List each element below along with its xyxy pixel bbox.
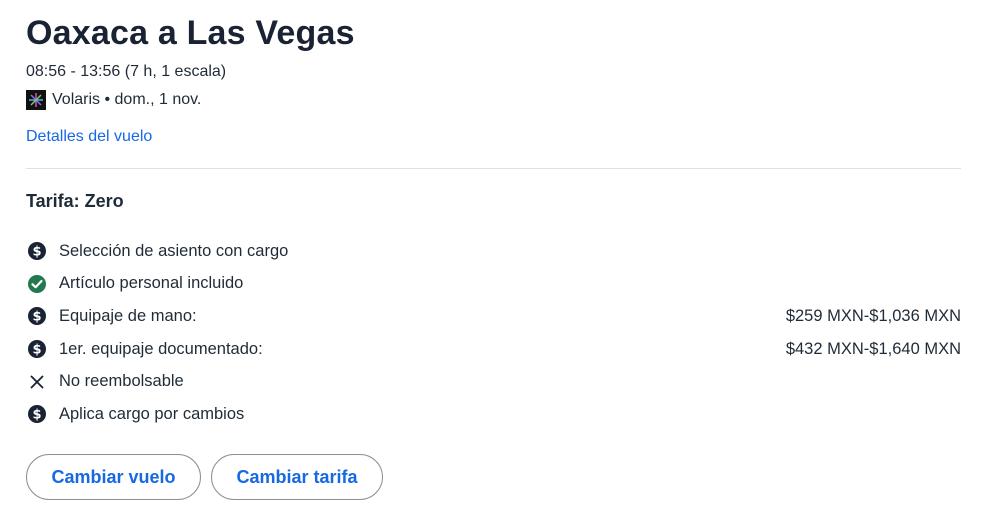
feature-personal-item: Artículo personal incluido <box>26 268 961 301</box>
route-title: Oaxaca a Las Vegas <box>26 14 355 52</box>
flight-summary-panel: Oaxaca a Las Vegas 08:56 - 13:56 (7 h, 1… <box>0 0 987 512</box>
feature-label: 1er. equipaje documentado: <box>59 339 263 358</box>
carrier-row: Volaris • dom., 1 nov. <box>26 90 201 110</box>
feature-price: $432 MXN-$1,640 MXN <box>785 339 961 358</box>
feature-label: Equipaje de mano: <box>59 306 197 325</box>
dollar-circle-icon: $ <box>26 403 48 425</box>
change-fare-button[interactable]: Cambiar tarifa <box>211 454 383 500</box>
dollar-circle-icon: $ <box>26 305 48 327</box>
divider <box>26 168 961 169</box>
feature-seat-selection: $ Selección de asiento con cargo <box>26 235 961 268</box>
feature-label: No reembolsable <box>59 372 184 391</box>
volaris-logo-icon <box>26 90 46 110</box>
check-circle-icon <box>26 273 48 295</box>
fare-title: Tarifa: Zero <box>26 191 124 211</box>
svg-text:$: $ <box>32 245 41 260</box>
feature-non-refundable: No reembolsable <box>26 365 961 398</box>
dollar-circle-icon: $ <box>26 240 48 262</box>
feature-label: Artículo personal incluido <box>59 274 244 293</box>
change-flight-button[interactable]: Cambiar vuelo <box>26 454 201 500</box>
feature-checked-bag: $ 1er. equipaje documentado: $432 MXN-$1… <box>26 333 961 366</box>
feature-carry-on: $ Equipaje de mano: $259 MXN-$1,036 MXN <box>26 300 961 333</box>
feature-price: $259 MXN-$1,036 MXN <box>785 306 961 325</box>
svg-text:$: $ <box>32 310 41 325</box>
feature-change-fee: $ Aplica cargo por cambios <box>26 398 961 431</box>
fare-features-list: $ Selección de asiento con cargo Artícul… <box>26 235 961 431</box>
close-icon <box>26 371 48 393</box>
feature-label: Aplica cargo por cambios <box>59 404 245 423</box>
dollar-circle-icon: $ <box>26 338 48 360</box>
carrier-date: Volaris • dom., 1 nov. <box>52 91 202 108</box>
svg-text:$: $ <box>32 408 41 423</box>
flight-details-link[interactable]: Detalles del vuelo <box>26 128 152 146</box>
flight-times: 08:56 - 13:56 (7 h, 1 escala) <box>26 63 227 80</box>
svg-text:$: $ <box>32 343 41 358</box>
feature-label: Selección de asiento con cargo <box>59 241 289 260</box>
